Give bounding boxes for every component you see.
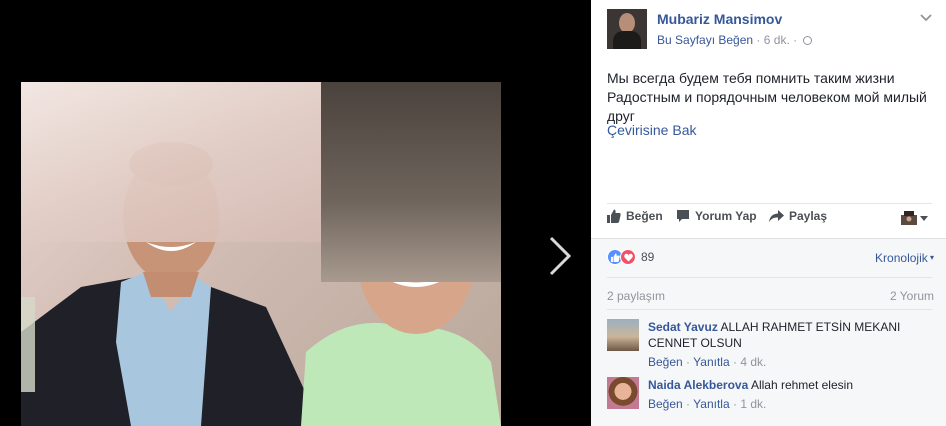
caret-down-icon xyxy=(920,215,928,221)
commenter-avatar[interactable] xyxy=(607,377,639,409)
share-as-selector[interactable] xyxy=(901,211,928,225)
chevron-right-icon[interactable] xyxy=(545,236,575,276)
comment-like-link[interactable]: Beğen xyxy=(648,397,683,411)
comment-order-label: Kronolojik xyxy=(875,251,928,265)
comment-body: Naida Alekberova Allah rehmet elesin Beğ… xyxy=(648,377,928,412)
comment-reply-link[interactable]: Yanıtla xyxy=(693,355,729,369)
meta-separator: · xyxy=(756,33,764,47)
share-arrow-icon xyxy=(769,210,784,222)
comment-time[interactable]: 1 dk. xyxy=(740,397,766,411)
love-reaction-icon xyxy=(620,249,636,265)
thumbs-up-icon xyxy=(607,209,621,223)
reactions-count: 89 xyxy=(641,250,655,264)
meta-separator: · xyxy=(793,33,801,47)
comment-label: Yorum Yap xyxy=(695,209,757,223)
commenter-name[interactable]: Sedat Yavuz xyxy=(648,320,718,334)
globe-icon xyxy=(803,36,813,45)
shares-count[interactable]: 2 paylaşım xyxy=(607,289,665,303)
commenter-name[interactable]: Naida Alekberova xyxy=(648,378,748,392)
divider xyxy=(607,277,932,278)
photo-background-shadow xyxy=(321,82,501,282)
comment-text: Allah rehmet elesin xyxy=(750,378,853,392)
chevron-down-icon[interactable] xyxy=(920,13,932,23)
reactions-summary[interactable]: 89 xyxy=(607,249,654,265)
author-name[interactable]: Mubariz Mansimov xyxy=(657,11,782,27)
comments-panel: 89 Kronolojik ▾ 2 paylaşım 2 Yorum Sedat… xyxy=(591,238,946,426)
see-translation-link[interactable]: Çevirisine Bak xyxy=(607,122,696,138)
share-button[interactable]: Paylaş xyxy=(769,209,827,223)
comment-like-link[interactable]: Beğen xyxy=(648,355,683,369)
post-text: Мы всегда будем тебя помнить таким жизни… xyxy=(607,70,927,124)
like-label: Beğen xyxy=(626,209,663,223)
caret-down-icon: ▾ xyxy=(927,253,934,262)
comment-time[interactable]: 4 dk. xyxy=(740,355,766,369)
post-time[interactable]: 6 dk. xyxy=(764,33,790,47)
comment-body: Sedat Yavuz ALLAH RAHMET ETSİN MEKANI CE… xyxy=(648,319,928,370)
comments-count[interactable]: 2 Yorum xyxy=(890,289,934,303)
comment-reply-link[interactable]: Yanıtla xyxy=(693,397,729,411)
post-photo[interactable] xyxy=(21,82,501,426)
post-meta: Bu Sayfayı Beğen · 6 dk. · xyxy=(657,33,813,47)
post-sidebar: Mubariz Mansimov Bu Sayfayı Beğen · 6 dk… xyxy=(591,0,946,426)
like-button[interactable]: Beğen xyxy=(607,209,663,223)
author-avatar[interactable] xyxy=(607,9,647,49)
like-page-link[interactable]: Bu Sayfayı Beğen xyxy=(657,33,753,47)
page-avatar-icon xyxy=(901,211,917,225)
speech-bubble-icon xyxy=(677,210,689,222)
comment-actions: Beğen · Yanıtla · 4 dk. xyxy=(648,355,767,369)
comment-order-selector[interactable]: Kronolojik ▾ xyxy=(875,251,934,265)
comment-button[interactable]: Yorum Yap xyxy=(676,209,757,223)
commenter-avatar[interactable] xyxy=(607,319,639,351)
comment-actions: Beğen · Yanıtla · 1 dk. xyxy=(648,397,767,411)
action-bar: Beğen Yorum Yap Paylaş xyxy=(607,209,932,231)
photo-theater xyxy=(0,0,591,426)
share-label: Paylaş xyxy=(789,209,828,223)
post-header: Mubariz Mansimov Bu Sayfayı Beğen · 6 dk… xyxy=(607,9,936,53)
divider xyxy=(607,309,932,310)
divider xyxy=(607,203,932,204)
